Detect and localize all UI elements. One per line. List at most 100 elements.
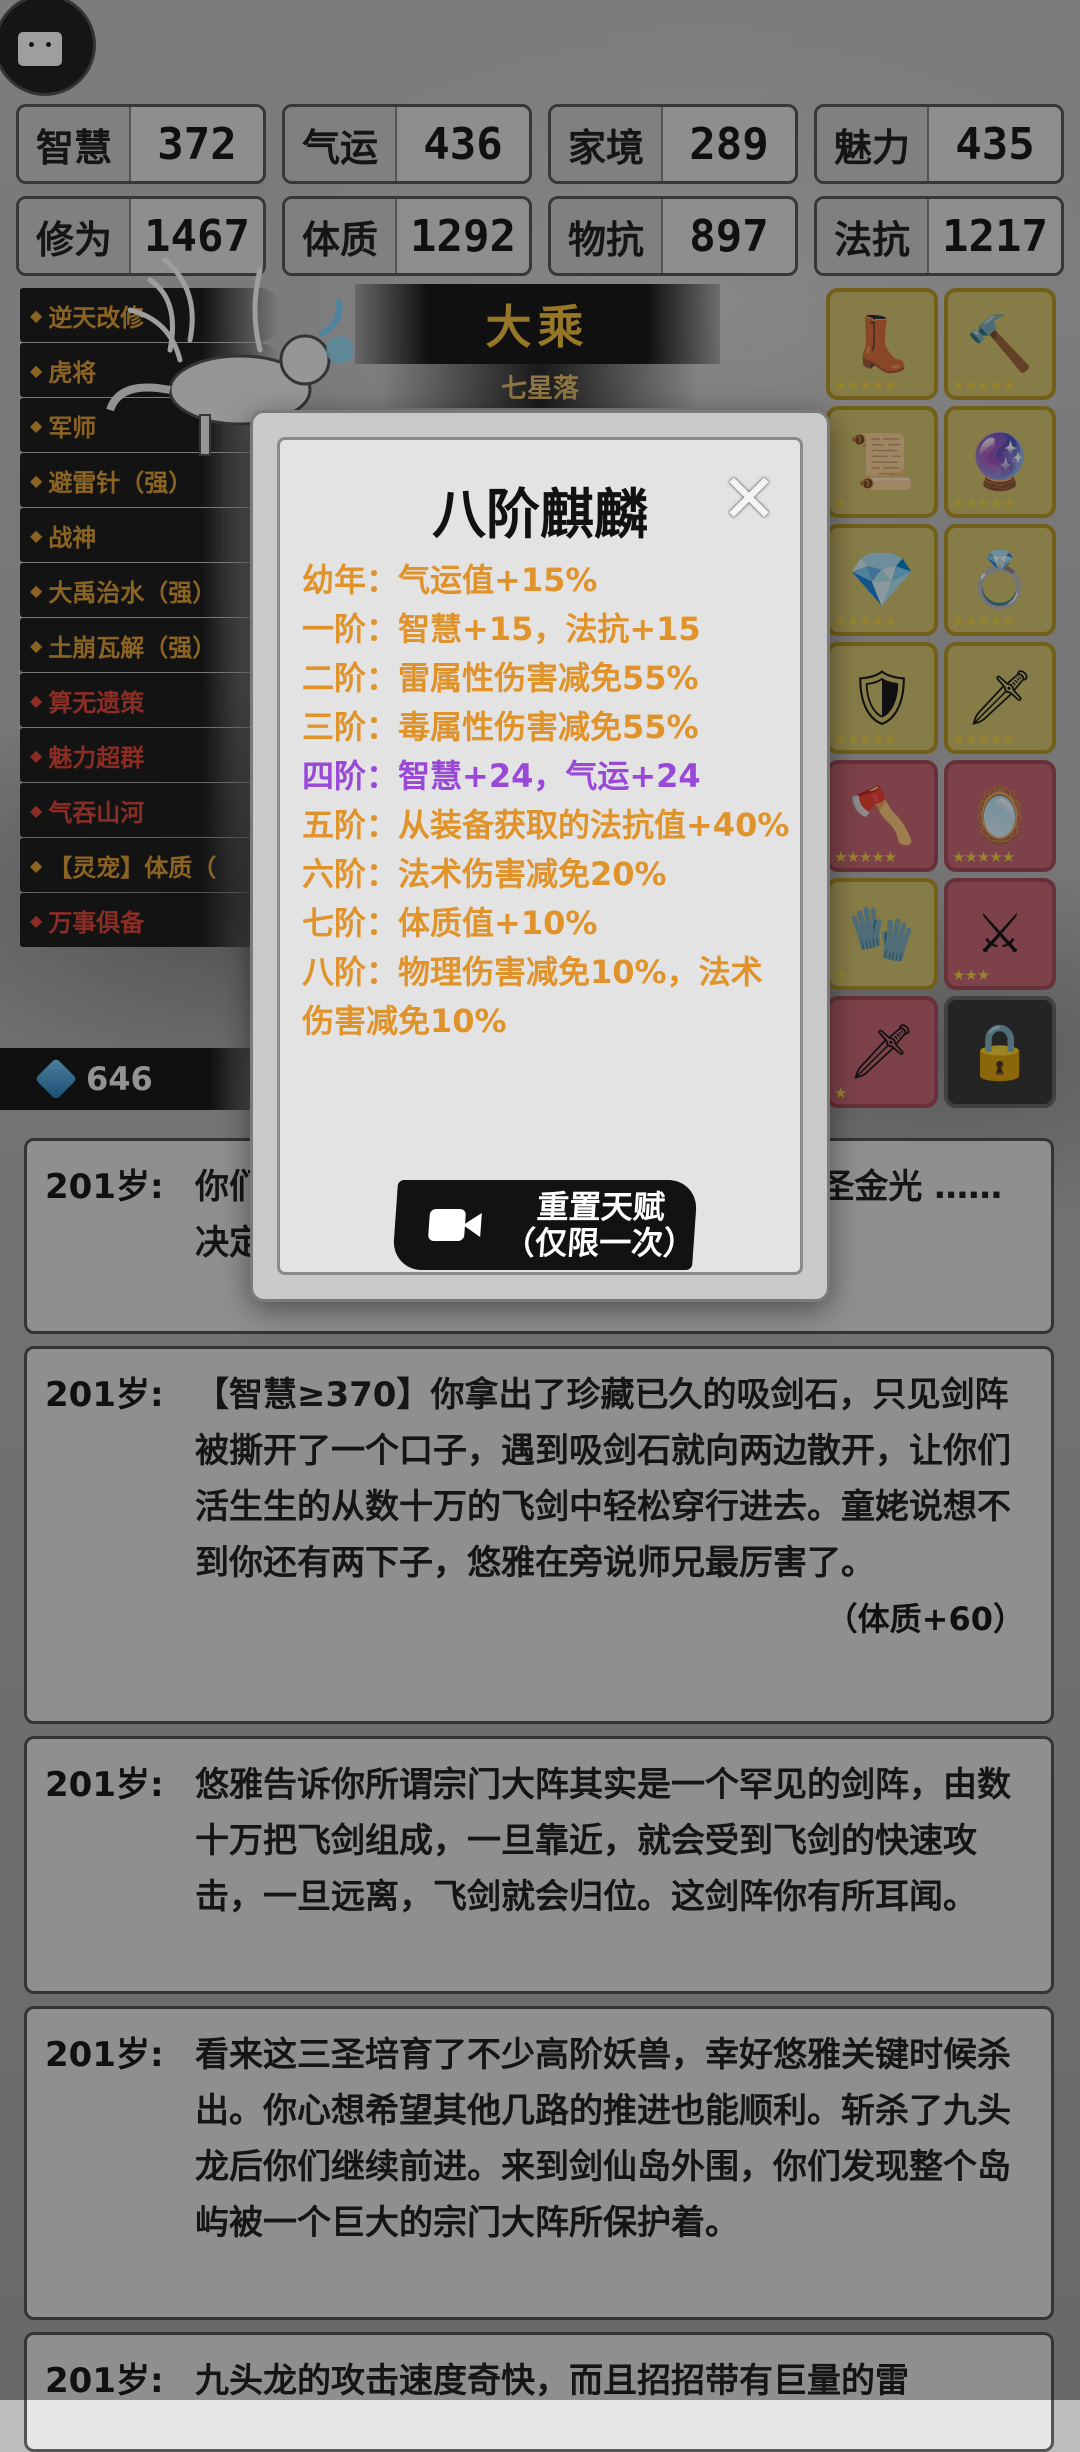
talent-detail-modal: 八阶麒麟 ✕ 幼年：气运值+15% 一阶：智慧+15，法抗+15 二阶：雷属性伤害减… xyxy=(250,410,830,1302)
log-entry: 201岁: 九头龙的攻击速度奇快，而且招招带有巨量的雷 xyxy=(24,2332,1054,2452)
equipment-slot[interactable]: 🗡 ★★★★★ xyxy=(944,642,1056,754)
talent-item[interactable]: ◆ 万事俱备 xyxy=(20,893,280,947)
log-entry: 201岁: 【智慧≥370】你拿出了珍藏已久的吸剑石，只见剑阵被撕开了一个口子，遇… xyxy=(24,1346,1054,1724)
equipment-slot[interactable]: 🔮 ★★★★★ xyxy=(944,406,1056,518)
talent-item[interactable]: ◆ 【灵宠】体质（ xyxy=(20,838,280,892)
star-rating: ★★★★★ xyxy=(952,730,1015,748)
spear-icon: ⚔ xyxy=(975,902,1025,965)
log-text: 【智慧≥370】你拿出了珍藏已久的吸剑石，只见剑阵被撕开了一个口子，遇到吸剑石就… xyxy=(195,1375,1011,1583)
equipment-slot[interactable]: 🔨 ★★★★★ xyxy=(944,288,1056,400)
stat-charm[interactable]: 魅力 435 xyxy=(814,104,1064,184)
equipment-slot[interactable]: 🔒 xyxy=(944,996,1056,1108)
lock-icon: 🔒 xyxy=(966,1020,1034,1083)
talent-item[interactable]: ◆ 土崩瓦解（强） xyxy=(20,618,280,672)
talent-label: 【灵宠】体质（ xyxy=(48,853,217,882)
star-rating: ★★★★★ xyxy=(834,612,897,630)
star-rating: ★★★★★ xyxy=(952,848,1015,866)
diamond-icon: ◆ xyxy=(30,745,43,765)
scroll-icon: 📜 xyxy=(848,430,916,493)
talent-item[interactable]: ◆ 大禹治水（强） xyxy=(20,563,280,617)
talent-item[interactable]: ◆ 气吞山河 xyxy=(20,783,280,837)
equipment-slot[interactable]: 💎 ★★★★★ xyxy=(826,524,938,636)
equipment-slot[interactable]: 🪞 ★★★★★ xyxy=(944,760,1056,872)
tier-effect-line: 三阶：毒属性伤害减免55% xyxy=(302,708,699,746)
reset-label-main: 重置天赋 xyxy=(535,1188,667,1226)
stat-wisdom[interactable]: 智慧 372 xyxy=(16,104,266,184)
equipment-slot[interactable]: 🧤 ★ xyxy=(826,878,938,990)
equipment-slot[interactable]: 👢 ★★★★★ xyxy=(826,288,938,400)
stat-phys-resist[interactable]: 物抗 897 xyxy=(548,196,798,276)
diamond-icon: ◆ xyxy=(30,580,43,600)
reset-talent-ad-button[interactable]: 重置天赋 （仅限一次） xyxy=(391,1180,699,1270)
stat-value: 372 xyxy=(157,118,237,170)
talent-label: 算无遗策 xyxy=(48,688,145,717)
log-text: 看来这三圣培育了不少高阶妖兽，幸好悠雅关键时候杀出。你心想希望其他几路的推进也能… xyxy=(195,2035,1011,2243)
talent-label: 气吞山河 xyxy=(48,798,145,827)
star-rating: ★★★★★ xyxy=(834,376,897,394)
tier-effect-line: 七阶：体质值+10% xyxy=(302,904,598,942)
realm-title: 大乘 xyxy=(355,284,720,364)
diamond-icon: ◆ xyxy=(30,910,43,930)
reset-label-sub: （仅限一次） xyxy=(501,1224,697,1262)
currency-bar: 646 xyxy=(0,1048,280,1110)
tier-effect-line: 八阶：物理伤害减免10%，法术伤害减免10% xyxy=(302,953,763,1040)
stat-value: 435 xyxy=(955,118,1035,170)
stat-family[interactable]: 家境 289 xyxy=(548,104,798,184)
stat-magic-resist[interactable]: 法抗 1217 xyxy=(814,196,1064,276)
realm-subtitle: 七星落 xyxy=(380,364,700,408)
equipment-slot[interactable]: 💍 ★★★★★ xyxy=(944,524,1056,636)
stat-label: 智慧 xyxy=(19,107,131,181)
diamond-icon: ◆ xyxy=(30,415,43,435)
diamond-icon: ◆ xyxy=(30,470,43,490)
diamond-icon: ◆ xyxy=(30,855,43,875)
stat-label: 法抗 xyxy=(817,199,929,273)
mirror-icon: 🪞 xyxy=(966,784,1034,847)
diamond-icon: ◆ xyxy=(30,690,43,710)
talent-item[interactable]: ◆ 算无遗策 xyxy=(20,673,280,727)
blade-icon: 🗡 xyxy=(965,666,1035,729)
log-entry: 201岁: 看来这三圣培育了不少高阶妖兽，幸好悠雅关键时候杀出。你心想希望其他几路… xyxy=(24,2006,1054,2320)
axe-icon: 🪓 xyxy=(848,784,916,847)
hammer-icon: 🔨 xyxy=(966,312,1034,375)
diamond-icon: ◆ xyxy=(30,305,43,325)
diamond-icon: ◆ xyxy=(30,525,43,545)
reset-button-label: 重置天赋 （仅限一次） xyxy=(501,1188,697,1262)
star-rating: ★★★★★ xyxy=(952,494,1015,512)
talent-item[interactable]: ◆ 魅力超群 xyxy=(20,728,280,782)
log-age: 201岁: xyxy=(45,2361,164,2401)
log-text: 九头龙的攻击速度奇快，而且招招带有巨量的雷 xyxy=(195,2361,909,2401)
video-camera-icon xyxy=(427,1205,484,1245)
equipment-slot[interactable]: 🪓 ★★★★★ xyxy=(826,760,938,872)
equipment-slot[interactable]: 🛡 ★★★★★ xyxy=(826,642,938,754)
stat-label: 家境 xyxy=(551,107,663,181)
stat-value: 289 xyxy=(689,118,769,170)
star-rating: ★ xyxy=(834,1084,847,1102)
stat-luck[interactable]: 气运 436 xyxy=(282,104,532,184)
star-rating: ★★★ xyxy=(952,966,990,984)
tier-effect-line: 幼年：气运值+15% xyxy=(302,561,598,599)
log-age: 201岁: xyxy=(45,1167,164,1207)
log-entry: 201岁: 悠雅告诉你所谓宗门大阵其实是一个罕见的剑阵，由数十万把飞剑组成，一旦靠… xyxy=(24,1736,1054,1994)
crystal-icon: 💎 xyxy=(848,548,916,611)
sword-icon: 🗡 xyxy=(847,1020,917,1083)
star-rating: ★ xyxy=(834,966,847,984)
tier-effect-line: 六阶：法术伤害减免20% xyxy=(302,855,667,893)
star-rating: ★★★★★ xyxy=(834,848,897,866)
currency-value: 646 xyxy=(86,1060,153,1098)
tier-effect-line: 二阶：雷属性伤害减免55% xyxy=(302,659,699,697)
equipment-slot[interactable]: 🗡 ★ xyxy=(826,996,938,1108)
ring-icon: 💍 xyxy=(966,548,1034,611)
star-rating: ★★★★★ xyxy=(952,612,1015,630)
equipment-slot[interactable]: 📜 ★ xyxy=(826,406,938,518)
close-icon[interactable]: ✕ xyxy=(714,460,784,539)
log-age: 201岁: xyxy=(45,1375,164,1415)
equipment-slot[interactable]: ⚔ ★★★ xyxy=(944,878,1056,990)
tier-effect-line: 四阶：智慧+24，气运+24 xyxy=(302,757,701,795)
stat-value: 1292 xyxy=(410,210,516,262)
modal-panel: 八阶麒麟 ✕ 幼年：气运值+15% 一阶：智慧+15，法抗+15 二阶：雷属性伤害减… xyxy=(277,437,803,1275)
log-age: 201岁: xyxy=(45,1765,164,1805)
stat-value: 436 xyxy=(423,118,503,170)
gauntlet-icon: 🧤 xyxy=(848,902,916,965)
diamond-icon: ◆ xyxy=(30,800,43,820)
talent-item[interactable]: ◆ 战神 xyxy=(20,508,280,562)
